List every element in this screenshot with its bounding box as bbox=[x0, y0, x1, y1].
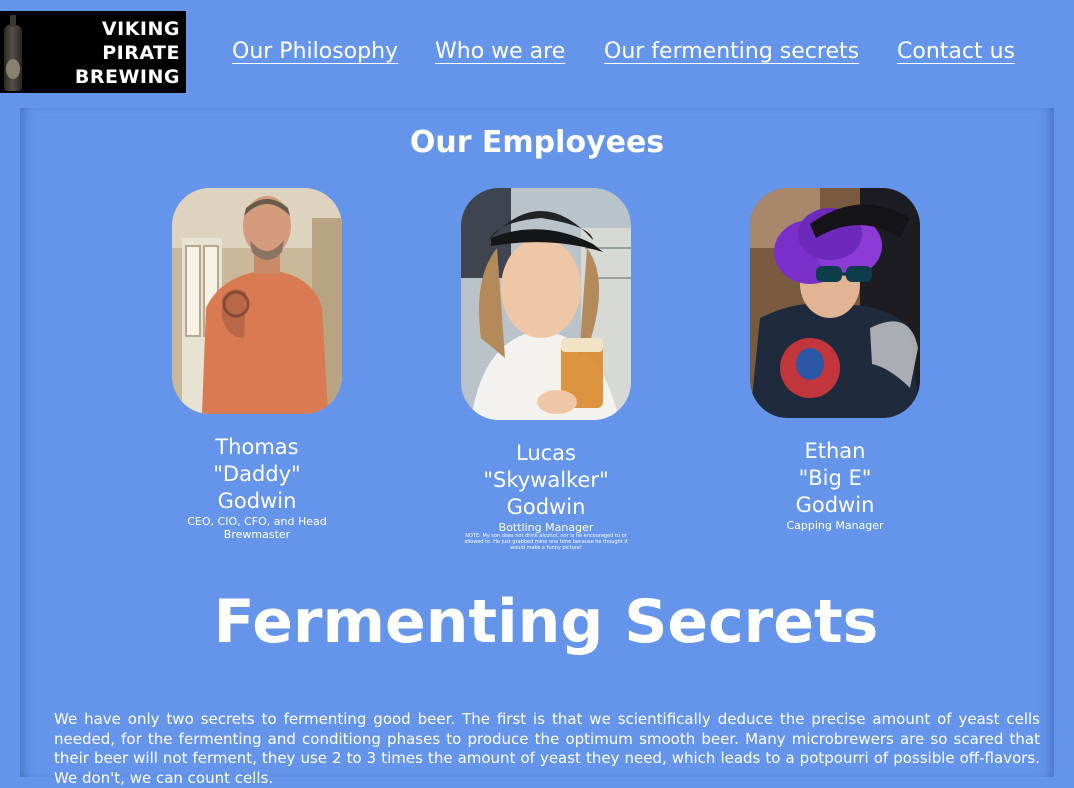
employee-photo-lucas bbox=[461, 188, 631, 420]
nav-link-fermenting-secrets[interactable]: Our fermenting secrets bbox=[604, 36, 859, 68]
employee-role-thomas: CEO, CIO, CFO, and Head Brewmaster bbox=[187, 515, 327, 541]
employee-first-name: Lucas bbox=[516, 441, 576, 465]
employee-first-name: Thomas bbox=[215, 435, 299, 459]
employee-last-name: Godwin bbox=[795, 493, 875, 517]
site-header: VIKING PIRATE BREWING Our Philosophy Who… bbox=[0, 0, 1074, 108]
main-nav: Our Philosophy Who we are Our fermenting… bbox=[0, 36, 1074, 72]
employee-name-ethan: Ethan "Big E" Godwin bbox=[750, 438, 920, 519]
employee-name-thomas: Thomas "Daddy" Godwin bbox=[172, 434, 342, 515]
nav-link-who-we-are[interactable]: Who we are bbox=[435, 36, 565, 68]
fermenting-secrets-body: We have only two secrets to fermenting g… bbox=[54, 710, 1040, 787]
employee-nickname: "Skywalker" bbox=[483, 468, 609, 492]
nav-link-contact[interactable]: Contact us bbox=[897, 36, 1015, 68]
employee-nickname: "Big E" bbox=[798, 466, 872, 490]
employee-photo-thomas bbox=[172, 188, 342, 414]
employee-first-name: Ethan bbox=[804, 439, 866, 463]
employee-nickname: "Daddy" bbox=[213, 462, 301, 486]
employee-last-name: Godwin bbox=[217, 489, 297, 513]
employee-name-lucas: Lucas "Skywalker" Godwin bbox=[461, 440, 631, 521]
employee-note-lucas: NOTE: My son does not drink alcohol, nor… bbox=[464, 533, 628, 551]
employee-role-ethan: Capping Manager bbox=[786, 519, 884, 532]
employee-photo-ethan bbox=[750, 188, 920, 418]
employee-last-name: Godwin bbox=[506, 495, 586, 519]
nav-link-philosophy[interactable]: Our Philosophy bbox=[232, 36, 398, 68]
fermenting-secrets-title: Fermenting Secrets bbox=[213, 587, 879, 657]
employees-title: Our Employees bbox=[409, 125, 665, 160]
